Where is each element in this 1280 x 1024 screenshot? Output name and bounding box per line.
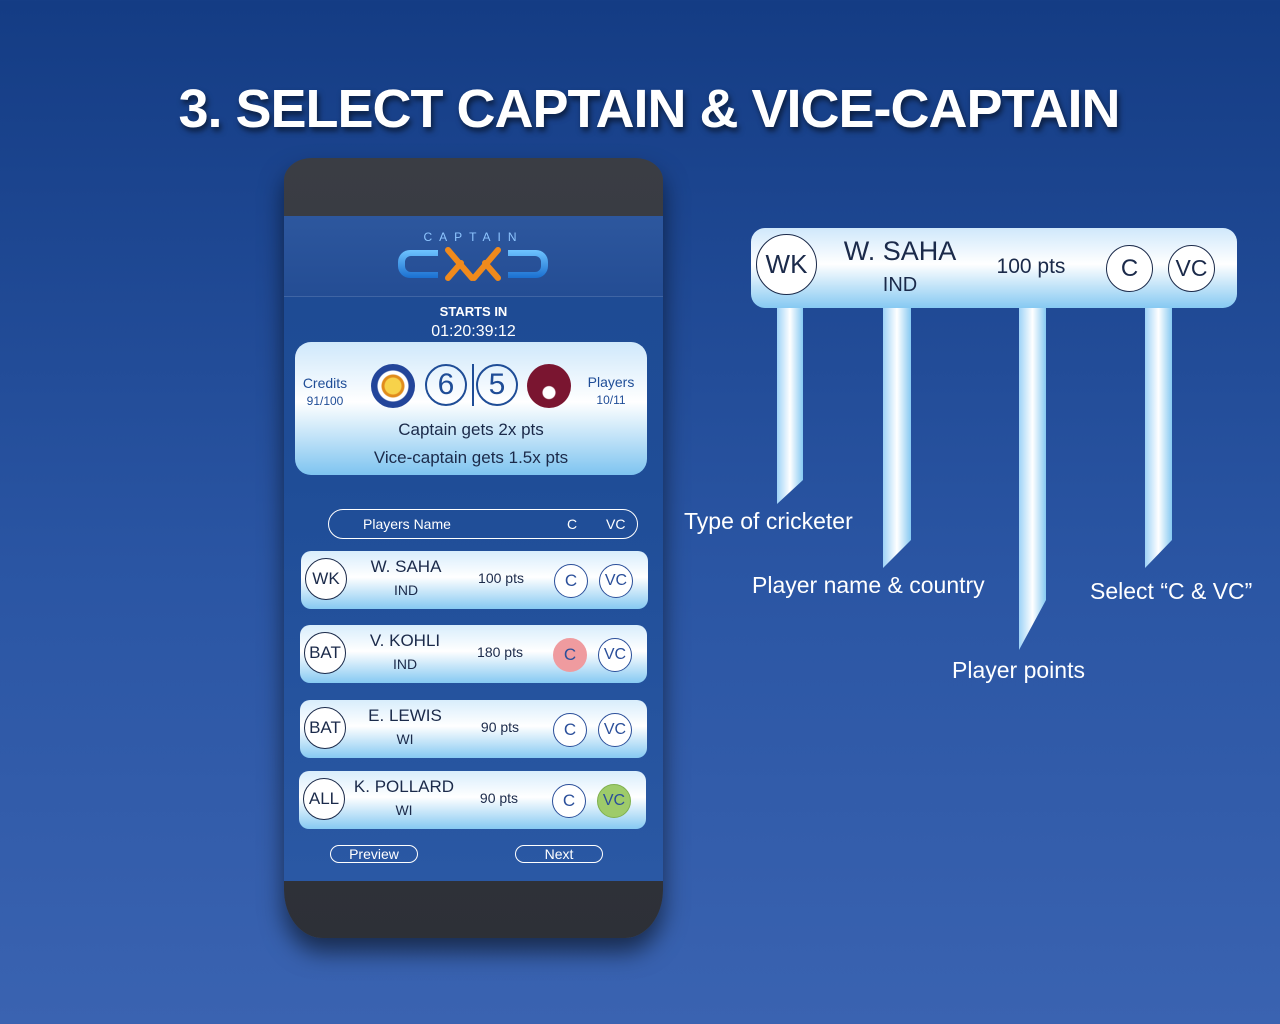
callout-stem-points [1019, 300, 1046, 650]
callout-type-label: Type of cricketer [684, 508, 853, 534]
callout-stem-select [1145, 300, 1172, 568]
callout-select-label: Select “C & VC” [1090, 578, 1253, 604]
annotated-type-badge: WK [756, 234, 817, 295]
annotated-captain-button: C [1106, 245, 1153, 292]
callout-points-label: Player points [952, 657, 1085, 683]
callout-name-label: Player name & country [752, 572, 985, 598]
annotated-vice-captain-button: VC [1168, 245, 1215, 292]
callout-lines [777, 300, 1172, 650]
callout-stem-type [777, 300, 803, 504]
annotated-player-points: 100 pts [996, 255, 1066, 278]
annotated-player-row: WK W. SAHA IND 100 pts C VC [751, 228, 1237, 308]
callout-stem-name [883, 300, 911, 568]
annotated-player-team: IND [882, 274, 918, 296]
annotated-player-name: W. SAHA [843, 236, 957, 266]
